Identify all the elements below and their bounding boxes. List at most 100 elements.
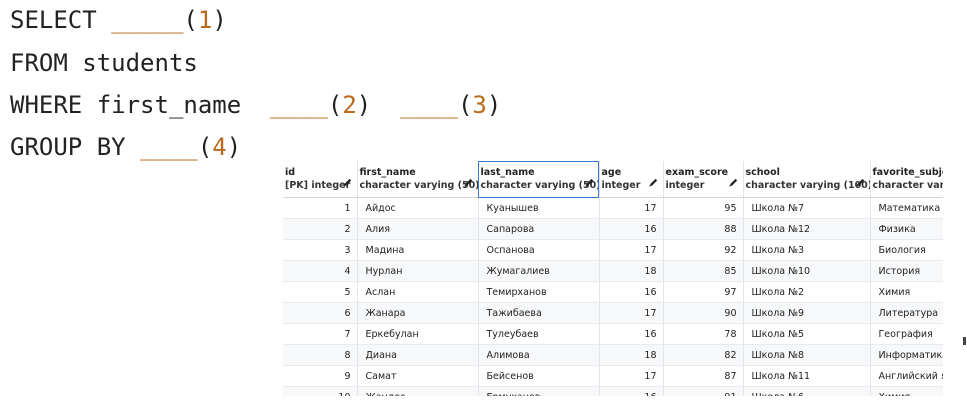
cell-id[interactable]: 2 xyxy=(283,218,358,240)
cell-age[interactable]: 17 xyxy=(599,302,664,324)
cell-id[interactable]: 3 xyxy=(283,239,358,261)
cell-favorite-subject[interactable]: Математика xyxy=(870,197,943,219)
column-header-id[interactable]: id [PK] integer xyxy=(283,161,358,198)
table-row[interactable]: 5 Аслан Темирханов 16 97 Школа №2 Химия xyxy=(283,281,943,303)
table-row[interactable]: 2 Алия Сапарова 16 88 Школа №12 Физика xyxy=(283,218,943,240)
cell-favorite-subject[interactable]: Литература xyxy=(870,302,943,324)
cell-favorite-subject[interactable]: Информатика xyxy=(870,344,943,366)
edit-pencil-icon[interactable] xyxy=(463,173,474,187)
cell-id[interactable]: 7 xyxy=(283,323,358,345)
table-row[interactable]: 6 Жанара Тажибаева 17 90 Школа №9 Литература xyxy=(283,302,943,324)
cell-last-name[interactable]: Темирханов xyxy=(478,281,600,303)
cell-id[interactable]: 5 xyxy=(283,281,358,303)
cell-school[interactable]: Школа №6 xyxy=(743,386,871,396)
edit-pencil-icon[interactable] xyxy=(728,173,739,187)
cell-age[interactable]: 17 xyxy=(599,365,664,387)
cell-school[interactable]: Школа №11 xyxy=(743,365,871,387)
column-header-age[interactable]: age integer xyxy=(599,161,664,198)
column-type: character varying (100) xyxy=(745,180,870,191)
cell-last-name[interactable]: Алимова xyxy=(478,344,600,366)
cell-exam-score[interactable]: 88 xyxy=(663,218,744,240)
cell-last-name[interactable]: Жумагалиев xyxy=(478,260,600,282)
cell-first-name[interactable]: Самат xyxy=(357,365,479,387)
table-row[interactable]: 9СаматБейсенов1787Школа №11Английский яз… xyxy=(283,365,943,387)
cell-favorite-subject[interactable]: Английский язык xyxy=(870,365,943,387)
cell-favorite-subject[interactable]: Химия xyxy=(870,281,943,303)
cell-school[interactable]: Школа №12 xyxy=(743,218,871,240)
cell-exam-score[interactable]: 85 xyxy=(663,260,744,282)
column-header-favorite-subject[interactable]: favorite_subject character varying xyxy=(870,161,943,198)
cell-favorite-subject[interactable]: Физика xyxy=(870,218,943,240)
table-row[interactable]: 1 Айдос Куанышев 17 95 Школа №7 Математика xyxy=(283,197,943,219)
cell-id[interactable]: 10 xyxy=(283,386,358,396)
edit-pencil-icon[interactable] xyxy=(584,173,595,187)
cell-first-name[interactable]: Жанара xyxy=(357,302,479,324)
cell-last-name[interactable]: Оспанова xyxy=(478,239,600,261)
cell-first-name[interactable]: Мадина xyxy=(357,239,479,261)
table-row[interactable]: 4 Нурлан Жумагалиев 18 85 Школа №10 История xyxy=(283,260,943,282)
column-header-school[interactable]: school character varying (100) xyxy=(743,161,871,198)
edit-pencil-icon[interactable] xyxy=(648,173,659,187)
sql-keyword: WHERE first_name xyxy=(10,91,271,119)
cell-school[interactable]: Школа №5 xyxy=(743,323,871,345)
cell-age[interactable]: 16 xyxy=(599,386,664,396)
cell-last-name[interactable]: Тажибаева xyxy=(478,302,600,324)
cell-first-name[interactable]: Еркебулан xyxy=(357,323,479,345)
cell-age[interactable]: 16 xyxy=(599,218,664,240)
paren-close: ) xyxy=(486,91,502,119)
edit-pencil-icon[interactable] xyxy=(342,173,353,187)
cell-first-name[interactable]: Айдос xyxy=(357,197,479,219)
cell-school[interactable]: Школа №3 xyxy=(743,239,871,261)
sql-code-block: SELECT _____(1) FROM students WHERE firs… xyxy=(10,0,501,161)
cell-favorite-subject[interactable]: Биология xyxy=(870,239,943,261)
table-row[interactable]: 10ЖандосЕрмуханов1691Школа №6Химия xyxy=(283,386,943,396)
column-header-first-name[interactable]: first_name character varying (50) xyxy=(357,161,479,198)
cell-exam-score[interactable]: 91 xyxy=(663,386,744,396)
cell-school[interactable]: Школа №9 xyxy=(743,302,871,324)
cell-school[interactable]: Школа №8 xyxy=(743,344,871,366)
cell-age[interactable]: 17 xyxy=(599,239,664,261)
cell-favorite-subject[interactable]: География xyxy=(870,323,943,345)
cell-exam-score[interactable]: 92 xyxy=(663,239,744,261)
column-header-last-name[interactable]: last_name character varying (50) xyxy=(478,161,600,198)
blank-number-1: 1 xyxy=(197,6,213,34)
cell-exam-score[interactable]: 82 xyxy=(663,344,744,366)
blank-1: _____ xyxy=(111,6,184,34)
table-row[interactable]: 8 Диана Алимова 18 82 Школа №8 Информатика xyxy=(283,344,943,366)
cell-id[interactable]: 6 xyxy=(283,302,358,324)
table-row[interactable]: 7 Еркебулан Тулеубаев 16 78 Школа №5 География xyxy=(283,323,943,345)
cell-age[interactable]: 16 xyxy=(599,323,664,345)
cell-first-name[interactable]: Алия xyxy=(357,218,479,240)
cell-favorite-subject[interactable]: История xyxy=(870,260,943,282)
cell-last-name[interactable]: Куанышев xyxy=(478,197,600,219)
cell-exam-score[interactable]: 95 xyxy=(663,197,744,219)
cell-id[interactable]: 4 xyxy=(283,260,358,282)
cell-favorite-subject[interactable]: Химия xyxy=(870,386,943,396)
cell-last-name[interactable]: Ермуханов xyxy=(478,386,600,396)
cell-id[interactable]: 1 xyxy=(283,197,358,219)
cell-exam-score[interactable]: 97 xyxy=(663,281,744,303)
cell-last-name[interactable]: Сапарова xyxy=(478,218,600,240)
table-row[interactable]: 3 Мадина Оспанова 17 92 Школа №3 Биология xyxy=(283,239,943,261)
cell-last-name[interactable]: Тулеубаев xyxy=(478,323,600,345)
cell-exam-score[interactable]: 87 xyxy=(663,365,744,387)
edit-pencil-icon[interactable] xyxy=(855,173,866,187)
cell-school[interactable]: Школа №7 xyxy=(743,197,871,219)
cell-first-name[interactable]: Диана xyxy=(357,344,479,366)
cell-last-name[interactable]: Бейсенов xyxy=(478,365,600,387)
cell-first-name[interactable]: Нурлан xyxy=(357,260,479,282)
cell-first-name[interactable]: Аслан xyxy=(357,281,479,303)
cell-age[interactable]: 18 xyxy=(599,344,664,366)
cell-id[interactable]: 9 xyxy=(283,365,358,387)
cell-school[interactable]: Школа №10 xyxy=(743,260,871,282)
blank-4: ____ xyxy=(140,133,198,161)
cell-exam-score[interactable]: 90 xyxy=(663,302,744,324)
column-header-exam-score[interactable]: exam_score integer xyxy=(663,161,744,198)
cell-age[interactable]: 17 xyxy=(599,197,664,219)
cell-school[interactable]: Школа №2 xyxy=(743,281,871,303)
cell-age[interactable]: 18 xyxy=(599,260,664,282)
cell-id[interactable]: 8 xyxy=(283,344,358,366)
cell-exam-score[interactable]: 78 xyxy=(663,323,744,345)
cell-age[interactable]: 16 xyxy=(599,281,664,303)
cell-first-name[interactable]: Жандос xyxy=(357,386,479,396)
